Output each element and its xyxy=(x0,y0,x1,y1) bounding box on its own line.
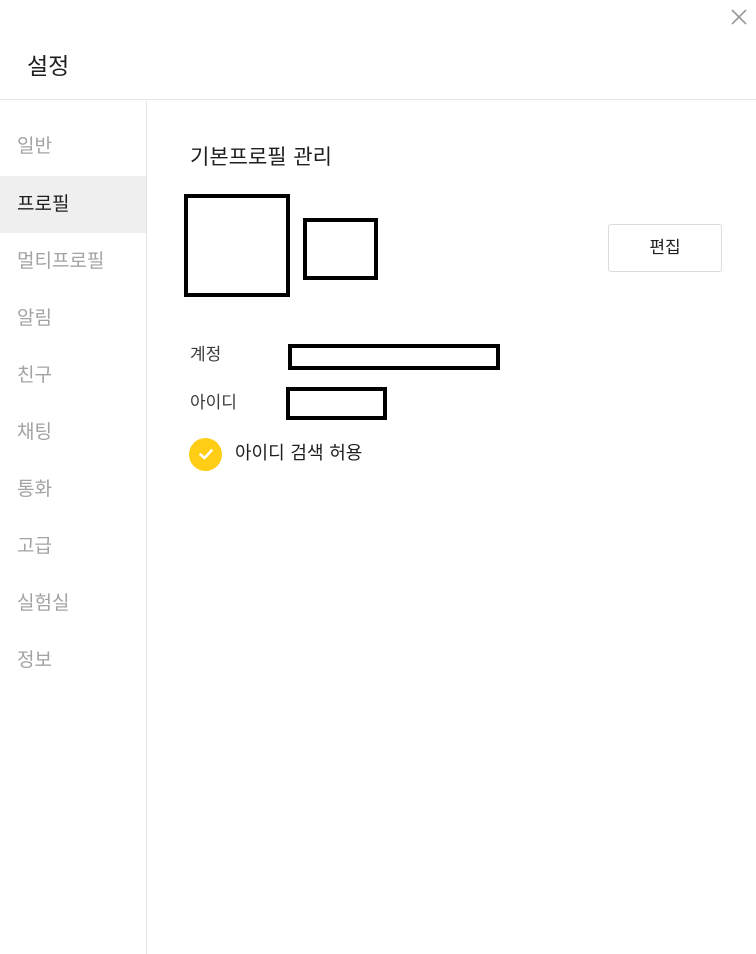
id-label: 아이디 xyxy=(190,393,237,413)
sidebar-item-label: 멀티프로필 xyxy=(17,250,105,272)
sidebar-item-multiprofile[interactable]: 멀티프로필 xyxy=(0,233,146,290)
sidebar-item-info[interactable]: 정보 xyxy=(0,632,146,689)
sidebar-item-notifications[interactable]: 알림 xyxy=(0,290,146,347)
header: 설정 xyxy=(0,0,756,100)
sidebar-item-label: 고급 xyxy=(17,535,52,557)
profile-image-redacted[interactable] xyxy=(184,194,290,297)
sidebar-item-label: 통화 xyxy=(17,478,52,500)
sidebar-item-label: 정보 xyxy=(17,649,52,671)
close-icon xyxy=(731,9,747,25)
section-title: 기본프로필 관리 xyxy=(190,145,332,169)
sidebar-item-label: 프로필 xyxy=(17,193,70,215)
sidebar-item-label: 실험실 xyxy=(17,592,70,614)
close-button[interactable] xyxy=(728,6,750,28)
account-value-redacted xyxy=(288,344,500,370)
sidebar-item-label: 일반 xyxy=(17,135,52,157)
sidebar-item-label: 친구 xyxy=(17,364,52,386)
profile-content: 기본프로필 관리 편집 계정 아이디 아이디 검색 허용 xyxy=(147,101,756,954)
edit-button[interactable]: 편집 xyxy=(608,224,722,272)
settings-window: 설정 일반 프로필 멀티프로필 알림 친구 채팅 통화 고급 실험실 정보 기본… xyxy=(0,0,756,954)
id-search-label: 아이디 검색 허용 xyxy=(235,443,363,464)
sidebar-item-friends[interactable]: 친구 xyxy=(0,347,146,404)
id-search-checkbox[interactable]: 아이디 검색 허용 xyxy=(189,437,362,471)
profile-name-redacted xyxy=(303,218,378,280)
sidebar-item-advanced[interactable]: 고급 xyxy=(0,518,146,575)
page-title: 설정 xyxy=(27,54,70,80)
sidebar: 일반 프로필 멀티프로필 알림 친구 채팅 통화 고급 실험실 정보 xyxy=(0,101,147,954)
check-icon xyxy=(189,437,222,471)
sidebar-item-labs[interactable]: 실험실 xyxy=(0,575,146,632)
sidebar-item-chat[interactable]: 채팅 xyxy=(0,404,146,461)
sidebar-item-call[interactable]: 통화 xyxy=(0,461,146,518)
sidebar-item-label: 채팅 xyxy=(17,421,52,443)
sidebar-item-profile[interactable]: 프로필 xyxy=(0,176,146,233)
account-label: 계정 xyxy=(190,345,222,365)
sidebar-item-label: 알림 xyxy=(17,307,52,329)
sidebar-item-general[interactable]: 일반 xyxy=(0,118,146,175)
id-value-redacted xyxy=(286,387,387,420)
